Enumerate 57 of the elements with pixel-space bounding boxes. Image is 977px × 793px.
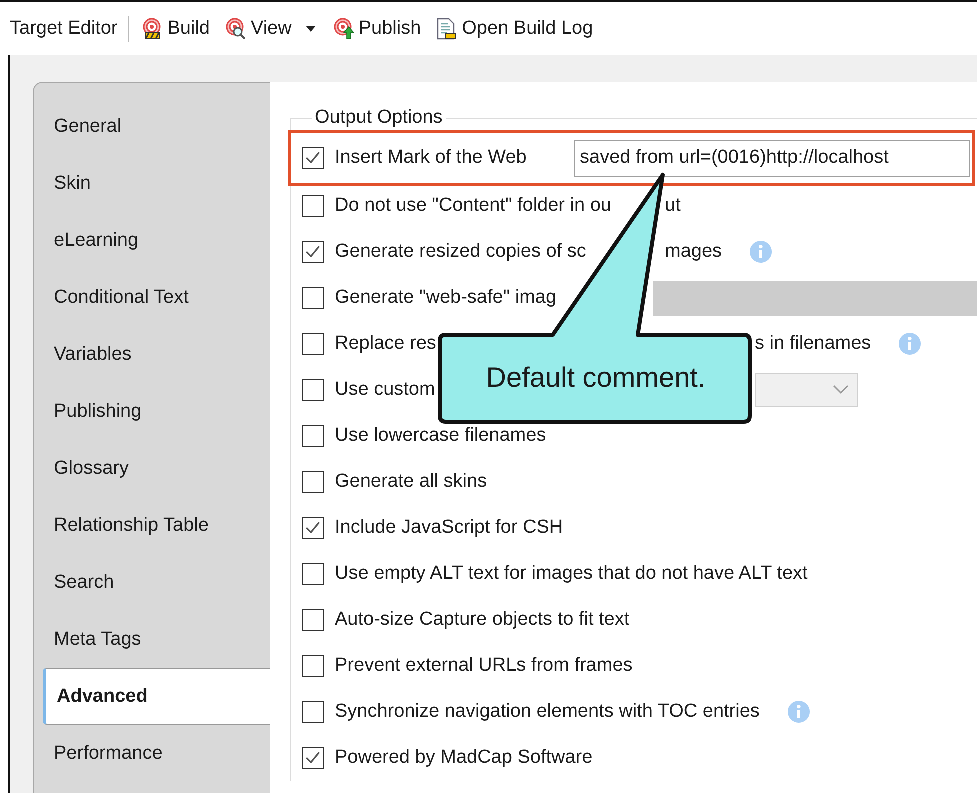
checkbox[interactable] bbox=[302, 747, 324, 769]
checkbox[interactable] bbox=[302, 287, 324, 309]
sidebar-tab[interactable]: Performance bbox=[34, 725, 270, 782]
editor-title: Target Editor bbox=[10, 18, 118, 40]
checkbox[interactable] bbox=[302, 609, 324, 631]
sidebar-tab[interactable]: Search bbox=[34, 554, 270, 611]
checkbox[interactable] bbox=[302, 517, 324, 539]
option-label: Prevent external URLs from frames bbox=[335, 655, 633, 677]
checkbox[interactable] bbox=[302, 333, 324, 355]
option-label: Synchronize navigation elements with TOC entries bbox=[335, 701, 760, 723]
option-label: Generate resized copies of sc bbox=[335, 241, 586, 262]
checkbox[interactable] bbox=[302, 471, 324, 493]
option-label: Generate "web-safe" imag bbox=[335, 287, 557, 308]
option-label: Auto-size Capture objects to fit text bbox=[335, 609, 630, 631]
sidebar-tab[interactable]: Relationship Table bbox=[34, 497, 270, 554]
checkbox[interactable] bbox=[302, 147, 324, 169]
callout-text: Default comment. bbox=[485, 361, 707, 395]
sidebar-tab[interactable]: Meta Tags bbox=[34, 611, 270, 668]
text-field[interactable]: saved from url=(0016)http://localhost bbox=[574, 140, 970, 176]
publish-button[interactable]: Publish bbox=[328, 16, 426, 42]
option-label: mages bbox=[665, 241, 722, 263]
group-title: Output Options bbox=[314, 107, 444, 129]
option-label: Include JavaScript for CSH bbox=[335, 517, 564, 539]
caret-icon[interactable] bbox=[306, 26, 316, 32]
option-label: Use empty ALT text for images that do not have ALT text bbox=[335, 563, 808, 585]
option-label: Use custom bbox=[335, 379, 436, 400]
checkbox[interactable] bbox=[302, 195, 324, 217]
document-icon bbox=[435, 18, 458, 40]
checkbox[interactable] bbox=[302, 655, 324, 677]
checkbox[interactable] bbox=[302, 425, 324, 447]
sidebar-tab[interactable]: eLearning bbox=[34, 212, 270, 269]
sidebar-tab[interactable]: Skin bbox=[34, 155, 270, 212]
option-label: Powered by MadCap Software bbox=[335, 747, 593, 769]
checkbox[interactable] bbox=[302, 241, 324, 263]
view-button[interactable]: View bbox=[220, 16, 296, 42]
option-label: Use lowercase filenames bbox=[335, 425, 546, 447]
build-log-button[interactable]: Open Build Log bbox=[431, 16, 598, 42]
sidebar-tab[interactable]: General bbox=[34, 98, 270, 155]
magnifier-icon bbox=[224, 18, 246, 40]
option-label: Insert Mark of the Web bbox=[335, 147, 527, 168]
sidebar-tab[interactable]: Variables bbox=[34, 326, 270, 383]
target-icon bbox=[140, 18, 163, 40]
option-label: Do not use "Content" folder in ou bbox=[335, 195, 612, 216]
sidebar-tab[interactable]: Publishing bbox=[34, 383, 270, 440]
sidebar-tab[interactable]: Glossary bbox=[34, 440, 270, 497]
option-label: Replace res bbox=[335, 333, 436, 354]
option-label: Generate all skins bbox=[335, 471, 488, 493]
option-label: s in filenames bbox=[755, 333, 872, 355]
chevron-icon bbox=[833, 385, 849, 395]
sidebar-tab[interactable]: Conditional Text bbox=[34, 269, 270, 326]
checkbox[interactable] bbox=[302, 701, 324, 723]
option-label: ut bbox=[665, 195, 681, 217]
checkbox[interactable] bbox=[302, 563, 324, 585]
build-button[interactable]: Build bbox=[136, 16, 214, 42]
sidebar-tab[interactable]: Advanced bbox=[43, 668, 271, 725]
checkbox[interactable] bbox=[302, 379, 324, 401]
target-icon bbox=[332, 18, 354, 40]
